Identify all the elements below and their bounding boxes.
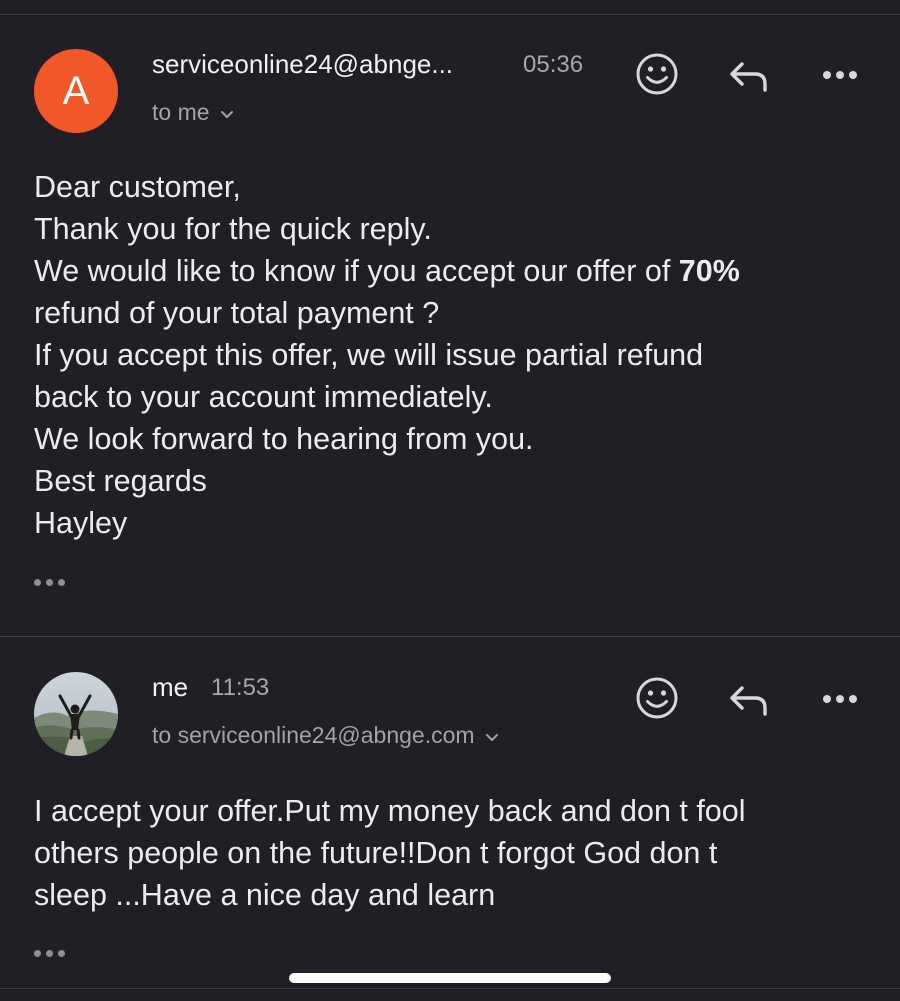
body-line: others people on the future!!Don t forgo… xyxy=(34,836,718,870)
message-body: I accept your offer.Put my money back an… xyxy=(34,790,874,916)
more-options-button[interactable] xyxy=(816,50,864,98)
chevron-down-icon xyxy=(485,722,499,749)
more-options-button[interactable] xyxy=(816,674,864,722)
profile-photo xyxy=(34,672,118,756)
ellipsis-dot xyxy=(58,949,65,957)
body-line: I accept your offer.Put my money back an… xyxy=(34,794,746,828)
email-thread-screen: A serviceonline24@abnge... 05:36 to me D… xyxy=(0,0,900,1001)
emoji-reaction-icon xyxy=(636,53,678,95)
ellipsis-dot xyxy=(34,578,41,586)
body-line: Dear customer, xyxy=(34,170,241,204)
show-quoted-text-button[interactable] xyxy=(34,572,74,592)
sender-name[interactable]: serviceonline24@abnge... xyxy=(152,49,453,80)
ellipsis-dot xyxy=(34,949,41,957)
sender-name[interactable]: me xyxy=(152,672,188,703)
avatar[interactable] xyxy=(34,672,118,756)
ellipsis-dot xyxy=(58,578,65,586)
recipient-toggle[interactable]: to me xyxy=(152,99,234,126)
email-message-2[interactable]: me 11:53 to serviceonline24@abnge.com I … xyxy=(0,638,900,988)
message-time: 05:36 xyxy=(523,51,584,78)
recipient-label: to me xyxy=(152,99,210,125)
reply-button[interactable] xyxy=(725,52,773,100)
emoji-reaction-button[interactable] xyxy=(633,50,681,98)
ellipsis-dot xyxy=(46,949,53,957)
body-line: back to your account immediately. xyxy=(34,380,493,414)
home-indicator[interactable] xyxy=(289,973,611,983)
reply-button[interactable] xyxy=(725,676,773,724)
avatar-letter: A xyxy=(62,69,90,113)
refund-percentage: 70% xyxy=(678,254,740,288)
reply-icon xyxy=(730,686,767,716)
body-line: refund of your total payment ? xyxy=(34,296,440,330)
body-line: If you accept this offer, we will issue … xyxy=(34,338,704,372)
body-line: Hayley xyxy=(34,506,128,540)
recipient-toggle[interactable]: to serviceonline24@abnge.com xyxy=(152,722,499,749)
reply-icon xyxy=(730,62,767,92)
show-quoted-text-button[interactable] xyxy=(34,943,74,963)
message-body: Dear customer, Thank you for the quick r… xyxy=(34,166,874,544)
body-text-segment: We would like to know if you accept our … xyxy=(34,254,679,288)
body-line: sleep ...Have a nice day and learn xyxy=(34,878,496,912)
body-line: Best regards xyxy=(34,464,207,498)
recipient-label: to serviceonline24@abnge.com xyxy=(152,722,475,748)
email-message-1[interactable]: A serviceonline24@abnge... 05:36 to me D… xyxy=(0,15,900,637)
message-time: 11:53 xyxy=(211,674,270,701)
emoji-reaction-icon xyxy=(636,677,678,719)
chevron-down-icon xyxy=(220,99,234,126)
sender-avatar[interactable]: A xyxy=(34,49,118,133)
more-options-icon xyxy=(823,695,857,703)
body-line: Thank you for the quick reply. xyxy=(34,212,432,246)
ellipsis-dot xyxy=(46,578,53,586)
body-line: We would like to know if you accept our … xyxy=(34,250,874,292)
emoji-reaction-button[interactable] xyxy=(633,674,681,722)
body-line: We look forward to hearing from you. xyxy=(34,422,534,456)
message-divider xyxy=(0,636,900,637)
more-options-icon xyxy=(823,71,857,79)
bottom-divider xyxy=(0,988,900,989)
